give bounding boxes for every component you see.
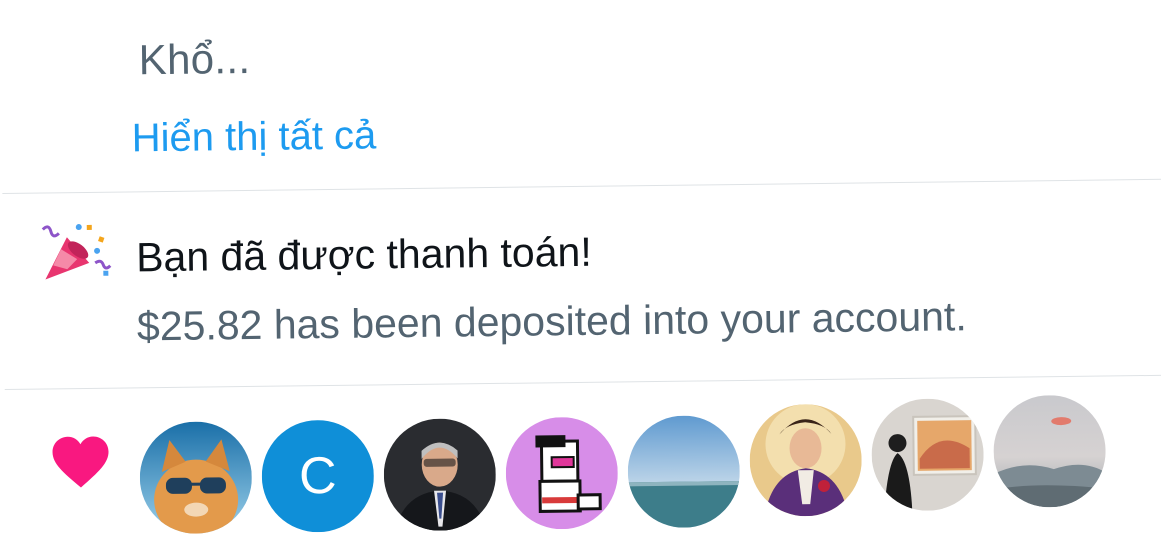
notifications-feed: Khổ... Hiển thị tất cả Bạn đã được thanh… bbox=[0, 0, 1161, 535]
payout-body: $25.82 has been deposited into your acco… bbox=[136, 293, 967, 350]
avatar-pixel-art[interactable] bbox=[505, 416, 619, 530]
party-popper-icon bbox=[37, 219, 114, 286]
avatar-letter[interactable]: C bbox=[261, 419, 375, 533]
avatar-cat-sunglasses[interactable] bbox=[139, 420, 253, 535]
avatar-sea-sky[interactable] bbox=[627, 415, 741, 529]
divider bbox=[4, 374, 1161, 390]
avatar-letter-text: C bbox=[261, 419, 375, 533]
avatar-game-character[interactable] bbox=[749, 403, 863, 517]
avatar-person-viewing-painting[interactable] bbox=[870, 398, 985, 512]
avatar-foggy-coast[interactable] bbox=[992, 394, 1107, 508]
notification-snippet: Khổ... bbox=[138, 34, 251, 84]
heart-icon bbox=[49, 434, 112, 491]
payout-title: Bạn đã được thanh toán! bbox=[135, 228, 592, 281]
divider bbox=[2, 178, 1161, 194]
avatar-man-in-suit[interactable] bbox=[383, 417, 497, 532]
show-all-link[interactable]: Hiển thị tất cả bbox=[131, 113, 376, 161]
